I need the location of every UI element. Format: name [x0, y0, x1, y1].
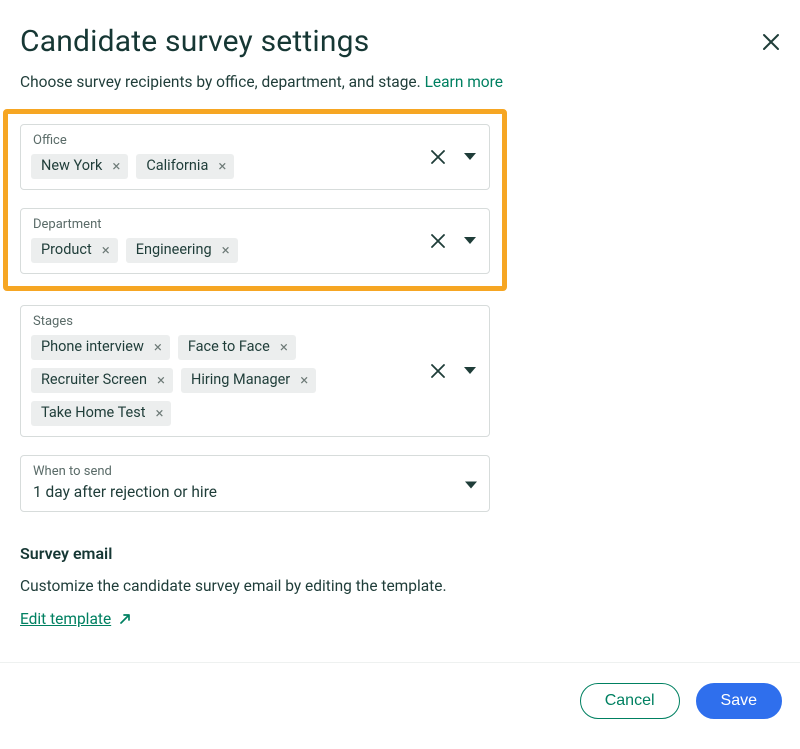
department-label: Department — [33, 217, 479, 232]
chip-remove-button[interactable]: × — [112, 159, 120, 174]
when-to-send-caret — [465, 474, 477, 493]
chip-remove-button[interactable]: × — [154, 340, 162, 355]
office-clear-button[interactable] — [427, 146, 449, 168]
chip: California × — [136, 154, 234, 179]
office-controls — [427, 146, 481, 168]
chip-label: Engineering — [136, 243, 212, 258]
modal-title: Candidate survey settings — [20, 24, 369, 59]
office-label: Office — [33, 133, 479, 148]
chip-label: Product — [41, 243, 92, 258]
modal-description: Choose survey recipients by office, depa… — [20, 73, 780, 91]
department-dropdown-toggle[interactable] — [459, 230, 481, 252]
chip-label: Hiring Manager — [191, 373, 290, 388]
chip: Take Home Test × — [31, 401, 171, 426]
edit-template-label: Edit template — [20, 610, 111, 628]
stages-chips: Phone interview×Face to Face×Recruiter S… — [31, 335, 366, 426]
chip: New York × — [31, 154, 128, 179]
close-button[interactable] — [762, 33, 780, 51]
chip-label: California — [146, 159, 208, 174]
office-chips: New York × California × — [31, 154, 366, 179]
department-controls — [427, 230, 481, 252]
chip-remove-button[interactable]: × — [155, 406, 163, 421]
chip-remove-button[interactable]: × — [218, 159, 226, 174]
chip-remove-button[interactable]: × — [280, 340, 288, 355]
chip: Engineering × — [126, 238, 238, 263]
chip-label: New York — [41, 159, 102, 174]
caret-down-icon — [465, 481, 477, 489]
chip-label: Take Home Test — [41, 406, 145, 421]
caret-down-icon — [464, 237, 476, 245]
when-to-send-value: 1 day after rejection or hire — [33, 483, 479, 501]
modal-candidate-survey-settings: Candidate survey settings Choose survey … — [0, 0, 800, 628]
office-dropdown-toggle[interactable] — [459, 146, 481, 168]
caret-down-icon — [464, 153, 476, 161]
learn-more-link[interactable]: Learn more — [425, 73, 503, 91]
chip-label: Recruiter Screen — [41, 373, 147, 388]
survey-email-description: Customize the candidate survey email by … — [20, 577, 490, 595]
department-field[interactable]: Department Product × Engineering × — [20, 208, 490, 274]
chip-label: Face to Face — [188, 340, 270, 355]
chip-remove-button[interactable]: × — [222, 243, 230, 258]
stages-label: Stages — [33, 314, 479, 329]
clear-icon — [431, 364, 445, 378]
modal-footer: Cancel Save — [0, 662, 800, 741]
clear-icon — [431, 234, 445, 248]
cancel-button[interactable]: Cancel — [580, 683, 680, 719]
stages-clear-button[interactable] — [427, 360, 449, 382]
department-chips: Product × Engineering × — [31, 238, 366, 263]
chip: Product × — [31, 238, 118, 263]
chip: Hiring Manager × — [181, 368, 316, 393]
stages-controls — [427, 360, 481, 382]
office-field[interactable]: Office New York × California × — [20, 124, 490, 190]
chip-label: Phone interview — [41, 340, 144, 355]
chip-remove-button[interactable]: × — [102, 243, 110, 258]
highlighted-fields: Office New York × California × Department P… — [3, 109, 507, 291]
chip-remove-button[interactable]: × — [157, 373, 165, 388]
external-link-icon — [117, 612, 132, 627]
chip: Face to Face × — [178, 335, 296, 360]
when-to-send-field[interactable]: When to send 1 day after rejection or hi… — [20, 455, 490, 512]
when-to-send-label: When to send — [33, 464, 479, 479]
department-clear-button[interactable] — [427, 230, 449, 252]
save-button[interactable]: Save — [696, 683, 782, 719]
close-icon — [762, 33, 780, 51]
survey-email-heading: Survey email — [20, 544, 490, 563]
description-text: Choose survey recipients by office, depa… — [20, 73, 425, 91]
clear-icon — [431, 150, 445, 164]
chip: Recruiter Screen × — [31, 368, 173, 393]
caret-down-icon — [464, 367, 476, 375]
chip: Phone interview × — [31, 335, 170, 360]
form-area: Office New York × California × Department P… — [20, 109, 490, 628]
chip-remove-button[interactable]: × — [300, 373, 308, 388]
stages-dropdown-toggle[interactable] — [459, 360, 481, 382]
modal-header: Candidate survey settings — [20, 20, 780, 59]
stages-field[interactable]: Stages Phone interview×Face to Face×Recr… — [20, 305, 490, 437]
edit-template-link[interactable]: Edit template — [20, 610, 132, 628]
